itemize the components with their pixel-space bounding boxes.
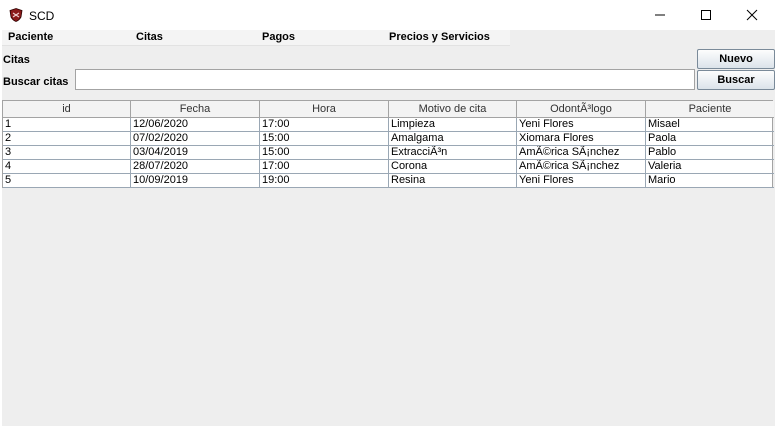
menu-item-pagos[interactable]: Pagos [262, 31, 295, 43]
appointments-table: id Fecha Hora Motivo de cita OdontÃ³logo… [2, 100, 774, 188]
cell-hora[interactable]: 17:00 [260, 118, 389, 132]
cell-motivo[interactable]: Resina [389, 174, 517, 188]
table-row[interactable]: 4 28/07/2020 17:00 Corona AmÃ©rica SÃ¡nc… [3, 160, 774, 174]
column-header-paciente[interactable]: Paciente [646, 101, 774, 118]
table-row[interactable]: 1 12/06/2020 17:00 Limpieza Yeni Flores … [3, 118, 774, 132]
cell-id[interactable]: 5 [3, 174, 131, 188]
cell-hora[interactable]: 15:00 [260, 146, 389, 160]
column-header-odontologo[interactable]: OdontÃ³logo [517, 101, 646, 118]
cell-odontologo[interactable]: AmÃ©rica SÃ¡nchez [517, 160, 646, 174]
close-button[interactable] [729, 0, 775, 30]
cell-hora[interactable]: 15:00 [260, 132, 389, 146]
cell-fecha[interactable]: 07/02/2020 [131, 132, 260, 146]
cell-id[interactable]: 4 [3, 160, 131, 174]
window-titlebar: SCD [0, 0, 777, 30]
window-content: Paciente Citas Pagos Precios y Servicios… [2, 30, 775, 426]
cell-motivo[interactable]: Amalgama [389, 132, 517, 146]
table-row[interactable]: 2 07/02/2020 15:00 Amalgama Xiomara Flor… [3, 132, 774, 146]
cell-odontologo[interactable]: Yeni Flores [517, 118, 646, 132]
menu-item-precios-servicios[interactable]: Precios y Servicios [389, 31, 490, 43]
minimize-button[interactable] [637, 0, 683, 30]
menu-item-citas[interactable]: Citas [136, 31, 163, 43]
cell-id[interactable]: 1 [3, 118, 131, 132]
column-header-id[interactable]: id [3, 101, 131, 118]
shield-icon [9, 8, 23, 22]
section-label: Citas [3, 54, 30, 66]
menu-bar: Paciente Citas Pagos Precios y Servicios [2, 30, 775, 46]
cell-fecha[interactable]: 03/04/2019 [131, 146, 260, 160]
cell-paciente[interactable]: Valeria [646, 160, 774, 174]
cell-motivo[interactable]: Limpieza [389, 118, 517, 132]
column-header-fecha[interactable]: Fecha [131, 101, 260, 118]
cell-paciente[interactable]: Misael [646, 118, 774, 132]
table-header: id Fecha Hora Motivo de cita OdontÃ³logo… [3, 101, 774, 118]
close-icon [746, 9, 758, 21]
search-label: Buscar citas [3, 76, 69, 88]
cell-fecha[interactable]: 12/06/2020 [131, 118, 260, 132]
cell-id[interactable]: 3 [3, 146, 131, 160]
column-header-motivo[interactable]: Motivo de cita [389, 101, 517, 118]
cell-motivo[interactable]: Corona [389, 160, 517, 174]
minimize-icon [655, 14, 665, 16]
maximize-button[interactable] [683, 0, 729, 30]
cell-fecha[interactable]: 28/07/2020 [131, 160, 260, 174]
table-row[interactable]: 3 03/04/2019 15:00 ExtracciÃ³n AmÃ©rica … [3, 146, 774, 160]
cell-id[interactable]: 2 [3, 132, 131, 146]
cell-odontologo[interactable]: AmÃ©rica SÃ¡nchez [517, 146, 646, 160]
cell-hora[interactable]: 17:00 [260, 160, 389, 174]
cell-paciente[interactable]: Mario [646, 174, 774, 188]
new-button[interactable]: Nuevo [697, 49, 775, 69]
cell-paciente[interactable]: Pablo [646, 146, 774, 160]
search-button[interactable]: Buscar [697, 70, 775, 90]
table-row[interactable]: 5 10/09/2019 19:00 Resina Yeni Flores Ma… [3, 174, 774, 188]
cell-odontologo[interactable]: Xiomara Flores [517, 132, 646, 146]
column-header-hora[interactable]: Hora [260, 101, 389, 118]
cell-paciente[interactable]: Paola [646, 132, 774, 146]
window-title: SCD [29, 9, 55, 23]
table-body: 1 12/06/2020 17:00 Limpieza Yeni Flores … [3, 118, 774, 188]
cell-motivo[interactable]: ExtracciÃ³n [389, 146, 517, 160]
cell-fecha[interactable]: 10/09/2019 [131, 174, 260, 188]
maximize-icon [701, 10, 711, 20]
search-input[interactable] [75, 69, 695, 90]
menu-item-paciente[interactable]: Paciente [8, 31, 53, 43]
cell-hora[interactable]: 19:00 [260, 174, 389, 188]
cell-odontologo[interactable]: Yeni Flores [517, 174, 646, 188]
